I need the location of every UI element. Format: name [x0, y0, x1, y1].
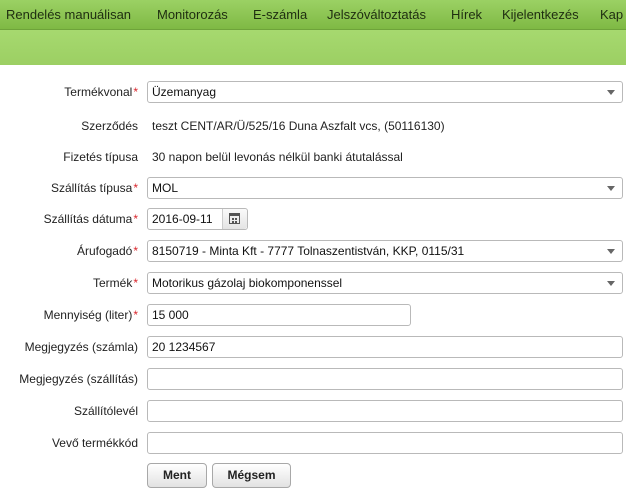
row-termek: Termék* Motorikus gázolaj biokomponensse…	[0, 271, 626, 295]
row-szerzodes: Szerződés teszt CENT/AR/Ü/525/16 Duna As…	[0, 114, 626, 138]
required-mark: *	[133, 85, 138, 99]
row-mennyiseg: Mennyiség (liter)*	[0, 303, 626, 327]
nav-item-kap[interactable]: Kap	[600, 0, 623, 29]
nav-item-kijelentkezes[interactable]: Kijelentkezés	[502, 0, 579, 29]
szallitas-tipusa-select[interactable]: MOL	[147, 177, 623, 199]
termek-value: Motorikus gázolaj biokomponenssel	[152, 276, 343, 290]
row-termekvonal: Termékvonal* Üzemanyag	[0, 80, 626, 104]
termekvonal-value: Üzemanyag	[152, 85, 217, 99]
szallitas-tipusa-label: Szállítás típusa*	[50, 181, 138, 195]
row-megj-szamla: Megjegyzés (számla)	[0, 335, 626, 359]
megj-szallitas-label: Megjegyzés (szállítás)	[19, 372, 138, 386]
chevron-down-icon	[607, 186, 615, 191]
szallitas-tipusa-value: MOL	[152, 181, 179, 195]
chevron-down-icon	[607, 90, 615, 95]
termek-select[interactable]: Motorikus gázolaj biokomponenssel	[147, 272, 623, 294]
row-szallitas-tipusa: Szállítás típusa* MOL	[0, 176, 626, 200]
required-mark: *	[133, 308, 138, 322]
fizetes-value: 30 napon belül levonás nélkül banki átut…	[152, 150, 403, 164]
termekvonal-select[interactable]: Üzemanyag	[147, 81, 623, 103]
szallitas-datuma-field[interactable]: 2016-09-11	[147, 208, 248, 230]
row-szallitas-datuma: Szállítás dátuma* 2016-09-11	[0, 207, 626, 231]
arufogado-label: Árufogadó*	[76, 244, 138, 258]
calendar-icon	[229, 213, 240, 224]
required-mark: *	[133, 276, 138, 290]
sub-header-bar	[0, 30, 626, 65]
szallitolevel-label: Szállítólevél	[73, 404, 138, 418]
save-button[interactable]: Ment	[147, 463, 207, 488]
row-megj-szallitas: Megjegyzés (szállítás)	[0, 367, 626, 391]
nav-item-rendeles[interactable]: Rendelés manuálisan	[6, 0, 131, 29]
nav-item-jelszovaltoztatas[interactable]: Jelszóváltoztatás	[327, 0, 426, 29]
megj-szallitas-input[interactable]	[147, 368, 623, 390]
vevo-termekkod-label: Vevő termékkód	[51, 436, 138, 450]
szallitas-datuma-label: Szállítás dátuma*	[43, 212, 138, 226]
calendar-button[interactable]	[222, 209, 247, 229]
mennyiseg-input[interactable]	[147, 304, 411, 326]
arufogado-select[interactable]: 8150719 - Minta Kft - 7777 Tolnaszentist…	[147, 240, 623, 262]
chevron-down-icon	[607, 249, 615, 254]
row-arufogado: Árufogadó* 8150719 - Minta Kft - 7777 To…	[0, 239, 626, 263]
cancel-button[interactable]: Mégsem	[212, 463, 291, 488]
vevo-termekkod-input[interactable]	[147, 432, 623, 454]
szallitas-datuma-value: 2016-09-11	[152, 212, 213, 226]
szerzodes-label: Szerződés	[81, 119, 138, 133]
required-mark: *	[133, 212, 138, 226]
arufogado-value: 8150719 - Minta Kft - 7777 Tolnaszentist…	[152, 244, 465, 258]
szerzodes-value: teszt CENT/AR/Ü/525/16 Duna Aszfalt vcs,…	[152, 119, 445, 133]
nav-item-monitorozas[interactable]: Monitorozás	[157, 0, 228, 29]
szallitolevel-input[interactable]	[147, 400, 623, 422]
row-vevo-termekkod: Vevő termékkód	[0, 431, 626, 455]
termek-label: Termék*	[92, 276, 138, 290]
megj-szamla-label: Megjegyzés (számla)	[24, 340, 138, 354]
main-nav: Rendelés manuálisan Monitorozás E-számla…	[0, 0, 626, 30]
chevron-down-icon	[607, 281, 615, 286]
row-szallitolevel: Szállítólevél	[0, 399, 626, 423]
mennyiseg-label: Mennyiség (liter)*	[43, 308, 138, 322]
megj-szamla-input[interactable]	[147, 336, 623, 358]
fizetes-label: Fizetés típusa	[63, 150, 138, 164]
nav-item-hirek[interactable]: Hírek	[451, 0, 482, 29]
nav-item-eszamla[interactable]: E-számla	[253, 0, 307, 29]
required-mark: *	[133, 244, 138, 258]
row-fizetes: Fizetés típusa 30 napon belül levonás né…	[0, 145, 626, 169]
required-mark: *	[133, 181, 138, 195]
termekvonal-label: Termékvonal*	[64, 85, 138, 99]
